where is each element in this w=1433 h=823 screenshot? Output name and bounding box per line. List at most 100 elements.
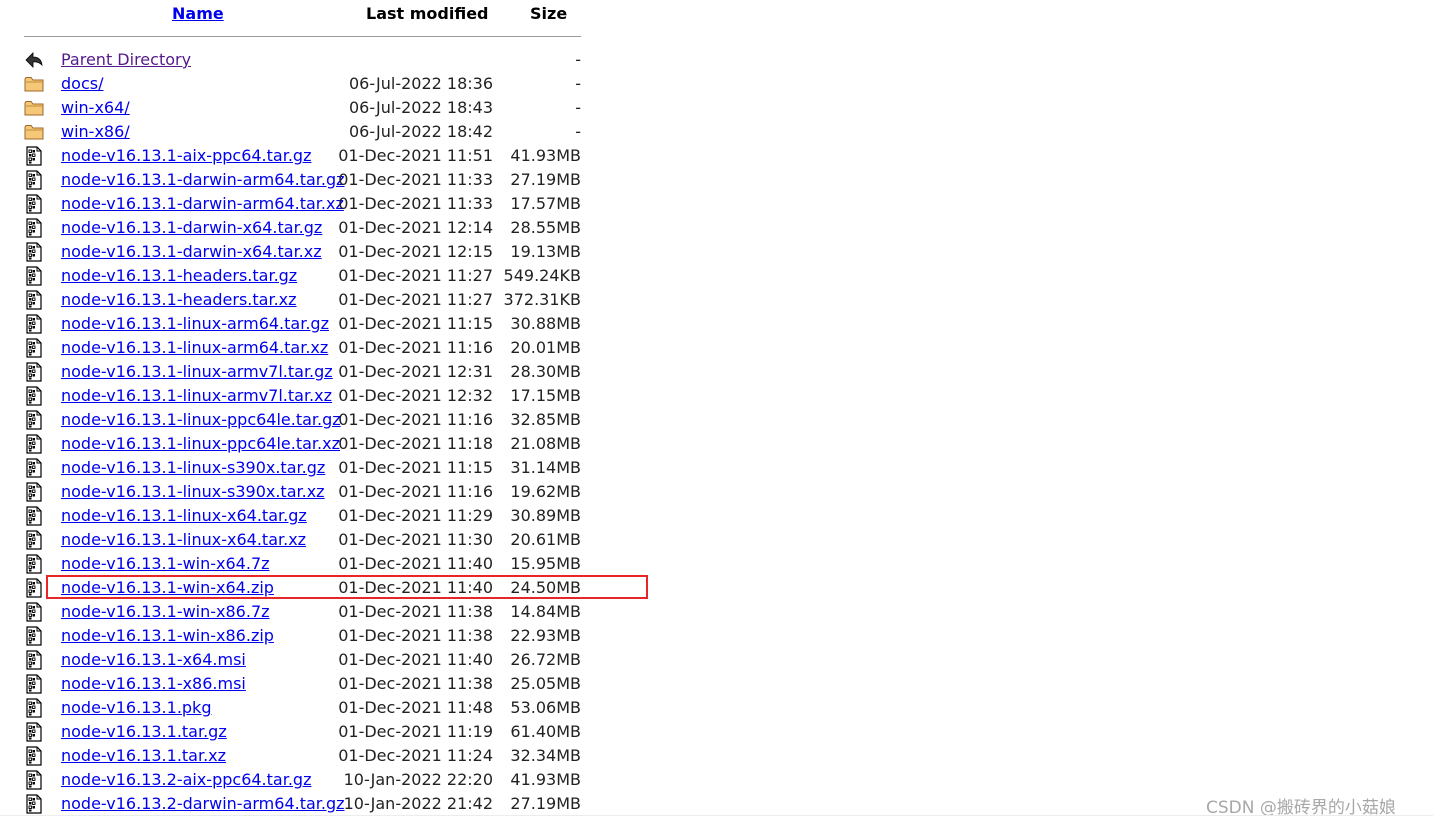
file-size: 30.88MB bbox=[510, 314, 581, 333]
binary-file-icon bbox=[24, 602, 44, 622]
file-date: 01-Dec-2021 11:16 bbox=[338, 482, 493, 501]
file-date: 01-Dec-2021 12:31 bbox=[338, 362, 493, 381]
file-row: docs/06-Jul-2022 18:36 - bbox=[0, 72, 600, 96]
file-size: - bbox=[575, 122, 581, 141]
file-date: 01-Dec-2021 11:18 bbox=[338, 434, 493, 453]
binary-file-icon bbox=[24, 194, 44, 214]
file-date: 01-Dec-2021 11:51 bbox=[338, 146, 493, 165]
file-link[interactable]: node-v16.13.2-aix-ppc64.tar.gz bbox=[61, 768, 311, 792]
file-link[interactable]: node-v16.13.1.tar.gz bbox=[61, 720, 227, 744]
file-row: win-x86/06-Jul-2022 18:42 - bbox=[0, 120, 600, 144]
file-row: node-v16.13.1-linux-armv7l.tar.gz 01-Dec-… bbox=[0, 360, 600, 384]
file-link[interactable]: node-v16.13.1-darwin-x64.tar.gz bbox=[61, 216, 322, 240]
file-size: 24.50MB bbox=[510, 578, 581, 597]
file-date: 10-Jan-2022 21:42 bbox=[343, 794, 493, 813]
file-link[interactable]: node-v16.13.1-win-x86.7z bbox=[61, 600, 270, 624]
file-link[interactable]: node-v16.13.1-aix-ppc64.tar.gz bbox=[61, 144, 311, 168]
file-row: node-v16.13.1-darwin-arm64.tar.gz 01-Dec-… bbox=[0, 168, 600, 192]
file-size: 41.93MB bbox=[510, 770, 581, 789]
file-link[interactable]: node-v16.13.1-linux-s390x.tar.xz bbox=[61, 480, 325, 504]
binary-file-icon bbox=[24, 386, 44, 406]
folder-icon bbox=[24, 74, 44, 94]
file-link[interactable]: docs/ bbox=[61, 72, 103, 96]
file-link[interactable]: win-x86/ bbox=[61, 120, 130, 144]
file-size: 372.31KB bbox=[503, 290, 581, 309]
file-link[interactable]: node-v16.13.1-linux-x64.tar.xz bbox=[61, 528, 306, 552]
file-row: node-v16.13.1-headers.tar.gz 01-Dec-2021 … bbox=[0, 264, 600, 288]
file-link[interactable]: node-v16.13.1-linux-arm64.tar.gz bbox=[61, 312, 329, 336]
file-link[interactable]: node-v16.13.1-linux-armv7l.tar.xz bbox=[61, 384, 332, 408]
listing-header: Name Last modified Size bbox=[0, 4, 600, 28]
binary-file-icon bbox=[24, 290, 44, 310]
file-date: 01-Dec-2021 11:38 bbox=[338, 626, 493, 645]
binary-file-icon bbox=[24, 146, 44, 166]
file-link[interactable]: node-v16.13.1-linux-arm64.tar.xz bbox=[61, 336, 328, 360]
binary-file-icon bbox=[24, 794, 44, 814]
file-link[interactable]: node-v16.13.1-darwin-x64.tar.xz bbox=[61, 240, 322, 264]
file-link[interactable]: node-v16.13.1-darwin-arm64.tar.gz bbox=[61, 168, 345, 192]
last-modified-column-header: Last modified bbox=[366, 4, 489, 23]
file-date: 01-Dec-2021 11:24 bbox=[338, 746, 493, 765]
file-date: 06-Jul-2022 18:36 bbox=[348, 74, 493, 93]
file-date: 01-Dec-2021 11:27 bbox=[338, 290, 493, 309]
file-row: node-v16.13.1-x86.msi 01-Dec-2021 11:38 25… bbox=[0, 672, 600, 696]
file-date: 01-Dec-2021 11:15 bbox=[338, 458, 493, 477]
file-date: 01-Dec-2021 11:16 bbox=[338, 410, 493, 429]
file-link[interactable]: node-v16.13.1-linux-s390x.tar.gz bbox=[61, 456, 325, 480]
file-link[interactable]: node-v16.13.1-headers.tar.xz bbox=[61, 288, 297, 312]
file-row: node-v16.13.2-darwin-arm64.tar.gz 10-Jan-… bbox=[0, 792, 600, 816]
file-date: 01-Dec-2021 12:15 bbox=[338, 242, 493, 261]
binary-file-icon bbox=[24, 530, 44, 550]
file-link[interactable]: node-v16.13.1-win-x64.7z bbox=[61, 552, 270, 576]
file-link[interactable]: node-v16.13.1.pkg bbox=[61, 696, 211, 720]
file-link[interactable]: node-v16.13.1-linux-ppc64le.tar.xz bbox=[61, 432, 340, 456]
file-link[interactable]: node-v16.13.2-darwin-arm64.tar.gz bbox=[61, 792, 345, 816]
file-link[interactable]: node-v16.13.1-linux-armv7l.tar.gz bbox=[61, 360, 333, 384]
binary-file-icon bbox=[24, 626, 44, 646]
file-link[interactable]: node-v16.13.1-x86.msi bbox=[61, 672, 246, 696]
file-date: 01-Dec-2021 11:40 bbox=[338, 578, 493, 597]
file-row: node-v16.13.1-win-x64.7z 01-Dec-2021 11:4… bbox=[0, 552, 600, 576]
file-link[interactable]: node-v16.13.1.tar.xz bbox=[61, 744, 226, 768]
binary-file-icon bbox=[24, 314, 44, 334]
file-link[interactable]: node-v16.13.1-headers.tar.gz bbox=[61, 264, 297, 288]
binary-file-icon bbox=[24, 674, 44, 694]
file-size: 17.15MB bbox=[510, 386, 581, 405]
file-size: 19.62MB bbox=[510, 482, 581, 501]
binary-file-icon bbox=[24, 410, 44, 430]
file-link[interactable]: node-v16.13.1-linux-ppc64le.tar.gz bbox=[61, 408, 341, 432]
file-link[interactable]: node-v16.13.1-win-x64.zip bbox=[61, 576, 274, 600]
file-row: node-v16.13.1-x64.msi 01-Dec-2021 11:40 26… bbox=[0, 648, 600, 672]
file-date: 01-Dec-2021 12:32 bbox=[338, 386, 493, 405]
file-date: 01-Dec-2021 11:33 bbox=[338, 194, 493, 213]
binary-file-icon bbox=[24, 770, 44, 790]
file-size: 41.93MB bbox=[510, 146, 581, 165]
file-size: 14.84MB bbox=[510, 602, 581, 621]
file-row: node-v16.13.2-aix-ppc64.tar.gz 10-Jan-202… bbox=[0, 768, 600, 792]
file-size: 61.40MB bbox=[510, 722, 581, 741]
binary-file-icon bbox=[24, 242, 44, 262]
file-row: node-v16.13.1-headers.tar.xz 01-Dec-2021 … bbox=[0, 288, 600, 312]
binary-file-icon bbox=[24, 458, 44, 478]
file-link[interactable]: node-v16.13.1-darwin-arm64.tar.xz bbox=[61, 192, 344, 216]
bottom-divider bbox=[0, 815, 1433, 816]
binary-file-icon bbox=[24, 266, 44, 286]
file-link[interactable]: node-v16.13.1-linux-x64.tar.gz bbox=[61, 504, 307, 528]
file-link[interactable]: node-v16.13.1-x64.msi bbox=[61, 648, 246, 672]
file-date: 01-Dec-2021 11:15 bbox=[338, 314, 493, 333]
file-size: 32.34MB bbox=[510, 746, 581, 765]
file-size: 53.06MB bbox=[510, 698, 581, 717]
file-row: node-v16.13.1-linux-ppc64le.tar.xz 01-Dec… bbox=[0, 432, 600, 456]
parent-directory-link[interactable]: Parent Directory bbox=[61, 48, 191, 72]
header-divider bbox=[24, 36, 581, 37]
file-link[interactable]: win-x64/ bbox=[61, 96, 130, 120]
binary-file-icon bbox=[24, 746, 44, 766]
file-size: 15.95MB bbox=[510, 554, 581, 573]
file-size: 31.14MB bbox=[510, 458, 581, 477]
file-size: 28.55MB bbox=[510, 218, 581, 237]
file-date: 01-Dec-2021 11:38 bbox=[338, 602, 493, 621]
name-column-header[interactable]: Name bbox=[172, 4, 224, 23]
file-size: 20.01MB bbox=[510, 338, 581, 357]
file-link[interactable]: node-v16.13.1-win-x86.zip bbox=[61, 624, 274, 648]
file-row: node-v16.13.1-linux-s390x.tar.gz 01-Dec-2… bbox=[0, 456, 600, 480]
